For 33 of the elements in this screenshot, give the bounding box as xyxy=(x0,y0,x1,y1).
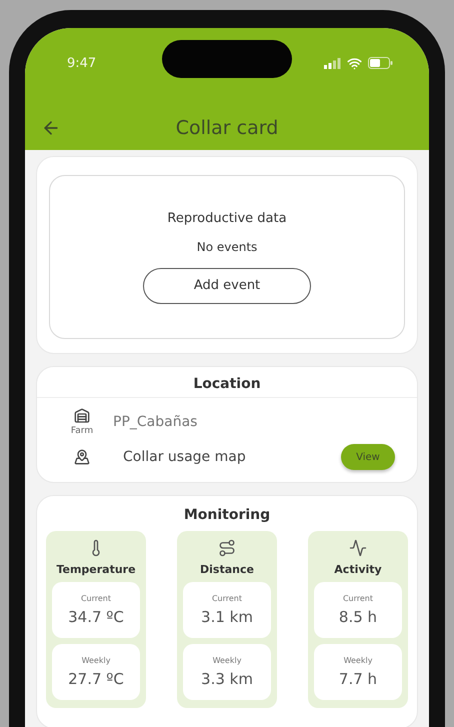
pulse-icon xyxy=(349,539,367,557)
section-title: Reproductive data xyxy=(167,210,287,226)
section-title: Monitoring xyxy=(184,507,270,523)
metric-value: 8.5 h xyxy=(338,608,378,626)
farm-name: PP_Cabañas xyxy=(113,414,198,430)
metric-value: 34.7 ºC xyxy=(68,608,124,626)
route-icon xyxy=(218,539,236,557)
metric-value: 3.1 km xyxy=(201,608,253,626)
status-time: 9:47 xyxy=(67,56,96,70)
value-caption: Current xyxy=(212,594,242,603)
view-button[interactable]: View xyxy=(341,444,395,470)
battery-icon xyxy=(368,57,393,69)
metric-value: 7.7 h xyxy=(338,670,378,688)
value-caption: Weekly xyxy=(344,656,372,665)
empty-message: No events xyxy=(196,240,258,254)
value-caption: Current xyxy=(80,594,112,603)
metric-label: Activity xyxy=(334,563,382,576)
map-label: Collar usage map xyxy=(123,449,246,465)
screen-title: Collar card xyxy=(176,117,278,139)
farm-label: Farm xyxy=(70,426,94,436)
metric-value: 3.3 km xyxy=(201,670,253,688)
metric-label: Temperature xyxy=(56,563,136,576)
value-caption: Weekly xyxy=(212,656,242,665)
section-title: Location xyxy=(193,376,261,392)
signal-icon xyxy=(324,58,341,68)
value-caption: Weekly xyxy=(82,656,110,665)
map-pin-icon xyxy=(74,449,90,465)
metric-value: 27.7 ºC xyxy=(68,670,124,688)
wifi-icon xyxy=(347,56,362,70)
add-event-button[interactable]: Add event xyxy=(143,268,311,304)
metric-label: Distance xyxy=(200,563,254,576)
value-caption: Current xyxy=(342,594,374,603)
barn-icon xyxy=(74,408,90,424)
